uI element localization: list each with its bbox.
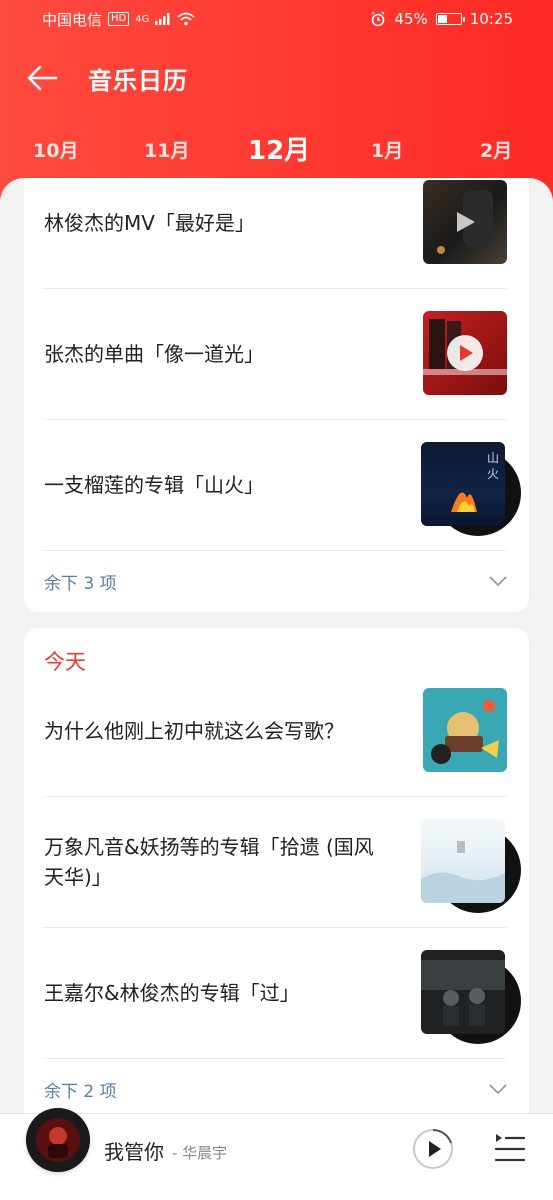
calendar-content[interactable]: 林俊杰的MV「最好是」 张杰的单曲「像一道光」 一支榴莲的专辑「山火」 山 火 … bbox=[0, 178, 553, 1113]
month-tabs: 10月 11月 12月 1月 2月 bbox=[0, 130, 553, 166]
calendar-day-card: 林俊杰的MV「最好是」 张杰的单曲「像一道光」 一支榴莲的专辑「山火」 山 火 … bbox=[24, 178, 529, 612]
carrier-label: 中国电信 bbox=[42, 10, 103, 29]
video-play-icon bbox=[437, 190, 493, 254]
tab-month-jan[interactable]: 1月 bbox=[371, 136, 403, 163]
landscape-art bbox=[421, 841, 505, 903]
back-arrow-icon[interactable] bbox=[26, 64, 60, 92]
svg-text:山: 山 bbox=[487, 451, 499, 465]
battery-fill bbox=[437, 15, 448, 23]
remaining-count: 余下 3 项 bbox=[44, 573, 117, 594]
item-title: 为什么他刚上初中就这么会写歌？ bbox=[44, 719, 344, 743]
list-item[interactable]: 张杰的单曲「像一道光」 bbox=[44, 289, 507, 419]
photo-art bbox=[421, 960, 505, 1026]
article-cover bbox=[431, 700, 499, 764]
play-pause-button[interactable] bbox=[412, 1128, 454, 1170]
single-thumbnail bbox=[423, 311, 507, 395]
chevron-down-icon[interactable] bbox=[489, 1083, 507, 1095]
now-playing-artist: - 华晨宇 bbox=[172, 1144, 228, 1162]
battery-icon bbox=[435, 13, 465, 25]
list-item[interactable]: 林俊杰的MV「最好是」 bbox=[44, 178, 507, 288]
remaining-count: 余下 2 项 bbox=[44, 1081, 117, 1102]
tab-month-dec[interactable]: 12月 bbox=[248, 130, 310, 167]
play-icon bbox=[423, 319, 507, 375]
signal-icon bbox=[155, 13, 170, 25]
item-title: 一支榴莲的专辑「山火」 bbox=[44, 473, 264, 497]
expand-more-row[interactable]: 余下 2 项 bbox=[44, 1074, 507, 1104]
article-thumbnail bbox=[423, 688, 507, 772]
svg-text:火: 火 bbox=[487, 467, 499, 481]
playlist-icon[interactable] bbox=[494, 1132, 526, 1166]
item-title: 王嘉尔&林俊杰的专辑「过」 bbox=[44, 981, 300, 1005]
hd-badge: HD bbox=[108, 12, 130, 26]
wifi-icon bbox=[177, 12, 195, 26]
list-item[interactable]: 万象凡音&妖扬等的专辑「拾遗 (国风天华)」 bbox=[44, 797, 521, 927]
expand-more-row[interactable]: 余下 3 项 bbox=[44, 566, 507, 596]
now-playing-cover[interactable] bbox=[26, 1108, 90, 1172]
battery-percent: 45% bbox=[394, 10, 428, 28]
fire-art: 山 火 bbox=[451, 451, 499, 512]
network-type: 4G bbox=[135, 13, 150, 25]
album-thumbnail: 山 火 bbox=[421, 442, 505, 526]
mini-player[interactable]: 我管你 - 华晨宇 bbox=[0, 1108, 553, 1200]
chevron-down-icon[interactable] bbox=[489, 575, 507, 587]
tab-month-nov[interactable]: 11月 bbox=[144, 136, 189, 163]
item-title: 林俊杰的MV「最好是」 bbox=[44, 211, 255, 235]
clock: 10:25 bbox=[469, 10, 513, 28]
now-playing-title[interactable]: 我管你 bbox=[104, 1136, 164, 1165]
album-thumbnail bbox=[421, 950, 505, 1034]
list-item[interactable]: 一支榴莲的专辑「山火」 山 火 bbox=[44, 420, 521, 550]
tab-month-oct[interactable]: 10月 bbox=[33, 136, 78, 163]
list-item[interactable]: 为什么他刚上初中就这么会写歌？ bbox=[44, 666, 507, 796]
tab-month-feb[interactable]: 2月 bbox=[480, 136, 512, 163]
album-thumbnail bbox=[421, 819, 505, 903]
list-item[interactable]: 王嘉尔&林俊杰的专辑「过」 bbox=[44, 928, 521, 1058]
album-disc-icon bbox=[26, 1108, 90, 1172]
status-bar: 中国电信 HD 4G 45% 10:25 bbox=[42, 8, 513, 30]
item-title: 万象凡音&妖扬等的专辑「拾遗 (国风天华)」 bbox=[44, 835, 374, 889]
alarm-icon bbox=[371, 11, 385, 27]
item-title: 张杰的单曲「像一道光」 bbox=[44, 342, 264, 366]
mv-thumbnail bbox=[423, 180, 507, 264]
page-title: 音乐日历 bbox=[88, 66, 188, 95]
calendar-day-card-today: 今天 为什么他刚上初中就这么会写歌？ 万象凡音&妖扬等的专辑「拾遗 (国风天华)… bbox=[24, 628, 529, 1113]
